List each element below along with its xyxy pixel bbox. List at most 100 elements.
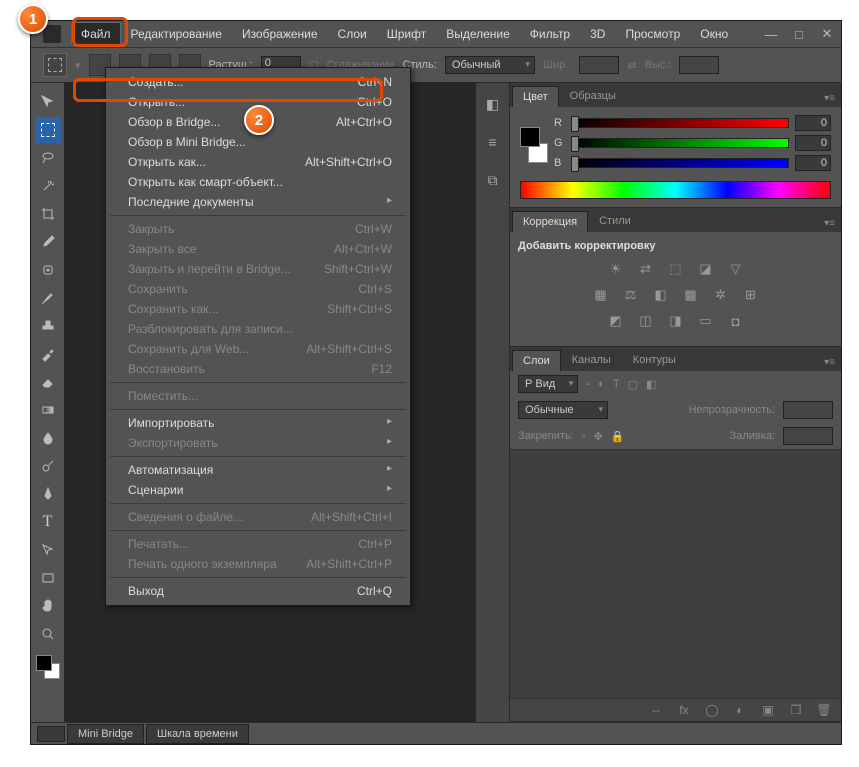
bottom-toggle-icon[interactable] xyxy=(37,726,65,742)
brush-tool-icon[interactable] xyxy=(35,285,61,311)
menu-item[interactable]: Последние документы xyxy=(106,192,410,212)
trash-icon[interactable]: 🗑 xyxy=(815,702,833,718)
fx-icon[interactable]: fx xyxy=(675,702,693,718)
menu-item[interactable]: Печатать...Ctrl+P xyxy=(106,534,410,554)
menu-file[interactable]: Файл xyxy=(71,22,121,46)
link-layers-icon[interactable]: ⇔ xyxy=(647,702,665,718)
menu-type[interactable]: Шрифт xyxy=(377,22,436,46)
menu-item[interactable]: Закрыть всеAlt+Ctrl+W xyxy=(106,239,410,259)
opacity-input[interactable] xyxy=(783,401,833,419)
gradient-map-icon[interactable]: ▭ xyxy=(696,312,716,330)
gradient-tool-icon[interactable] xyxy=(35,397,61,423)
lock-all-icon[interactable]: 🔒 xyxy=(611,430,625,443)
adjustment-layer-icon[interactable]: ◐ xyxy=(731,702,749,718)
tab-layers[interactable]: Слои xyxy=(512,350,561,371)
menu-layers[interactable]: Слои xyxy=(328,22,377,46)
panel-menu-icon[interactable]: ▾≡ xyxy=(818,90,841,107)
lookup-icon[interactable]: ⊞ xyxy=(741,286,761,304)
bw-icon[interactable]: ◧ xyxy=(651,286,671,304)
current-tool-icon[interactable] xyxy=(43,53,67,77)
layer-filter-dropdown[interactable]: Р Вид xyxy=(518,375,578,393)
type-tool-icon[interactable]: T xyxy=(35,509,61,535)
character-panel-icon[interactable]: ⧉ xyxy=(482,169,504,191)
filter-pixel-icon[interactable]: ▫ xyxy=(586,378,590,390)
balance-icon[interactable]: ⚖ xyxy=(621,286,641,304)
exposure-icon[interactable]: ◪ xyxy=(696,260,716,278)
tab-color[interactable]: Цвет xyxy=(512,86,559,107)
menu-edit[interactable]: Редактирование xyxy=(121,22,232,46)
menu-item[interactable]: Обзор в Mini Bridge... xyxy=(106,132,410,152)
spectrum-bar[interactable] xyxy=(520,181,831,199)
wand-tool-icon[interactable] xyxy=(35,173,61,199)
menu-item[interactable]: Создать...Ctrl+N xyxy=(106,72,410,92)
panel-menu-icon[interactable]: ▾≡ xyxy=(818,215,841,232)
stamp-tool-icon[interactable] xyxy=(35,313,61,339)
selective-icon[interactable]: ◘ xyxy=(726,312,746,330)
menu-select[interactable]: Выделение xyxy=(436,22,520,46)
g-input[interactable] xyxy=(795,135,831,151)
tab-mini-bridge[interactable]: Mini Bridge xyxy=(67,724,144,744)
menu-view[interactable]: Просмотр xyxy=(615,22,690,46)
menu-item[interactable]: Закрыть и перейти в Bridge...Shift+Ctrl+… xyxy=(106,259,410,279)
menu-item[interactable]: Поместить... xyxy=(106,386,410,406)
vibrance-icon[interactable]: ▽ xyxy=(726,260,746,278)
crop-tool-icon[interactable] xyxy=(35,201,61,227)
menu-item[interactable]: Открыть как...Alt+Shift+Ctrl+O xyxy=(106,152,410,172)
history-panel-icon[interactable]: ◧ xyxy=(482,93,504,115)
new-layer-icon[interactable]: ❐ xyxy=(787,702,805,718)
blur-tool-icon[interactable] xyxy=(35,425,61,451)
menu-item[interactable]: ВосстановитьF12 xyxy=(106,359,410,379)
eraser-tool-icon[interactable] xyxy=(35,369,61,395)
menu-item[interactable]: Печать одного экземпляраAlt+Shift+Ctrl+P xyxy=(106,554,410,574)
filter-type-icon[interactable]: T xyxy=(613,378,620,390)
menu-3d[interactable]: 3D xyxy=(580,22,615,46)
menu-item[interactable]: Импортировать xyxy=(106,413,410,433)
menu-item[interactable]: ЗакрытьCtrl+W xyxy=(106,219,410,239)
posterize-icon[interactable]: ◫ xyxy=(636,312,656,330)
filter-smart-icon[interactable]: ◧ xyxy=(646,378,656,391)
menu-item[interactable]: Сведения о файле...Alt+Shift+Ctrl+I xyxy=(106,507,410,527)
lock-pixels-icon[interactable]: ▫ xyxy=(582,430,586,442)
photo-filter-icon[interactable]: ▩ xyxy=(681,286,701,304)
panel-menu-icon[interactable]: ▾≡ xyxy=(818,354,841,371)
menu-item[interactable]: Автоматизация xyxy=(106,460,410,480)
lock-position-icon[interactable]: ✥ xyxy=(594,430,603,443)
levels-icon[interactable]: ⇄ xyxy=(636,260,656,278)
r-slider[interactable] xyxy=(572,118,789,128)
group-icon[interactable]: ▣ xyxy=(759,702,777,718)
menu-item[interactable]: Сценарии xyxy=(106,480,410,500)
fill-input[interactable] xyxy=(783,427,833,445)
invert-icon[interactable]: ◩ xyxy=(606,312,626,330)
move-tool-icon[interactable] xyxy=(35,89,61,115)
mask-icon[interactable]: ◯ xyxy=(703,702,721,718)
healing-tool-icon[interactable] xyxy=(35,257,61,283)
menu-item[interactable]: Экспортировать xyxy=(106,433,410,453)
g-slider[interactable] xyxy=(572,138,789,148)
menu-item[interactable]: СохранитьCtrl+S xyxy=(106,279,410,299)
tab-adjustments[interactable]: Коррекция xyxy=(512,211,588,232)
color-swatch-icon[interactable] xyxy=(36,655,60,679)
menu-window[interactable]: Окно xyxy=(690,22,738,46)
color-chip-icon[interactable] xyxy=(520,127,548,163)
pen-tool-icon[interactable] xyxy=(35,481,61,507)
tab-styles[interactable]: Стили xyxy=(588,210,642,232)
threshold-icon[interactable]: ◨ xyxy=(666,312,686,330)
window-minimize-button[interactable]: — xyxy=(757,23,785,45)
hand-tool-icon[interactable] xyxy=(35,593,61,619)
properties-panel-icon[interactable]: ≡ xyxy=(482,131,504,153)
b-input[interactable] xyxy=(795,155,831,171)
history-brush-tool-icon[interactable] xyxy=(35,341,61,367)
lasso-tool-icon[interactable] xyxy=(35,145,61,171)
tab-paths[interactable]: Контуры xyxy=(622,349,687,371)
style-dropdown[interactable]: Обычный xyxy=(445,56,535,74)
menu-item[interactable]: ВыходCtrl+Q xyxy=(106,581,410,601)
tab-swatches[interactable]: Образцы xyxy=(559,85,627,107)
menu-item[interactable]: Сохранить для Web...Alt+Shift+Ctrl+S xyxy=(106,339,410,359)
hue-icon[interactable]: ▦ xyxy=(591,286,611,304)
r-input[interactable] xyxy=(795,115,831,131)
menu-filter[interactable]: Фильтр xyxy=(520,22,580,46)
menu-item[interactable]: Сохранить как...Shift+Ctrl+S xyxy=(106,299,410,319)
curves-icon[interactable]: ⬚ xyxy=(666,260,686,278)
filter-shape-icon[interactable]: ▢ xyxy=(628,378,638,391)
menu-image[interactable]: Изображение xyxy=(232,22,328,46)
